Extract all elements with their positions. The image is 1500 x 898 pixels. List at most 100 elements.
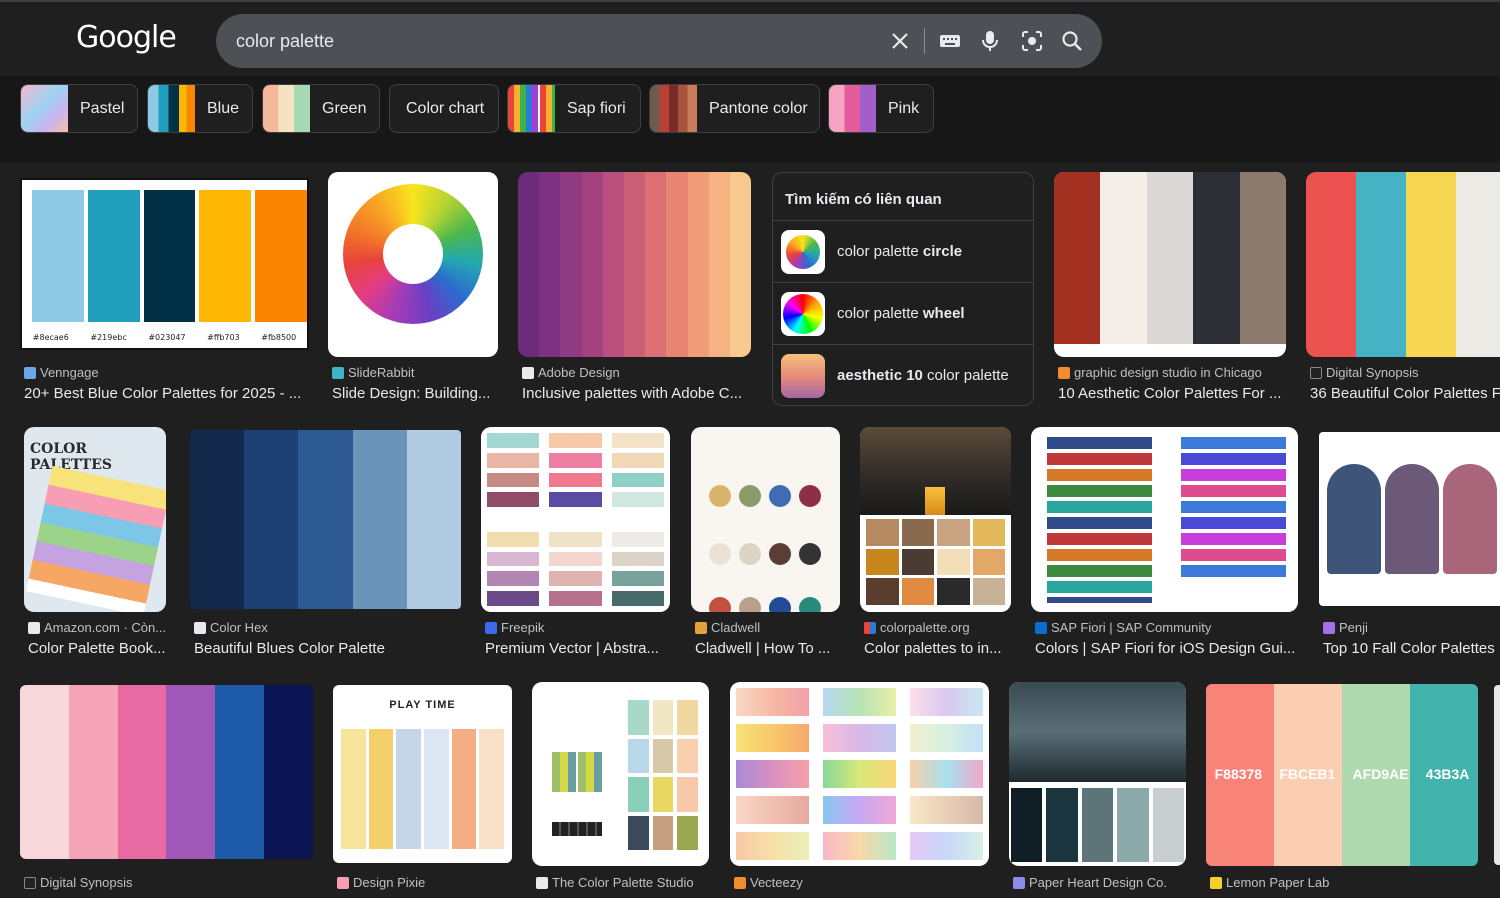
search-box[interactable] [216,14,1102,68]
top-bar: Google [0,0,1500,76]
result-image [532,682,709,866]
result-image [860,427,1011,612]
result-title[interactable]: Slide Design: Building... [332,385,498,402]
result-source: Paper Heart Design Co. [1013,875,1167,890]
chip-green[interactable]: Green [262,84,380,133]
result-source: Design Pixie [337,875,425,890]
result-source: Digital Synopsis [1310,365,1419,380]
keyboard-icon[interactable] [938,29,962,53]
result-image [730,682,989,866]
chip-pink[interactable]: Pink [828,84,934,133]
chip-thumbnail [263,85,310,132]
result-image [1009,682,1186,866]
search-icon[interactable] [1060,29,1084,53]
result-source: Digital Synopsis [24,875,133,890]
google-logo[interactable]: Google [76,20,177,55]
result-source: Adobe Design [522,365,620,380]
chip-pastel[interactable]: Pastel [20,84,138,133]
camera-lens-icon[interactable] [1020,29,1044,53]
result-image [481,427,670,612]
related-label: aesthetic 10 color palette [837,367,1009,384]
image-result[interactable]: Digital Synopsis 36 Beautiful Color Pale… [1306,172,1500,408]
result-title[interactable]: Top 10 Fall Color Palettes [1323,640,1500,657]
search-divider [924,28,925,54]
result-source: Venngage [24,365,99,380]
image-result[interactable]: Cladwell Cladwell | How To ... [691,427,841,663]
result-source: Color Hex [194,620,268,635]
result-image: PLAY TIME [333,685,512,863]
partial-result-edge [1494,685,1500,865]
chip-label: Pastel [80,99,125,117]
image-result[interactable]: Vecteezy [730,682,990,898]
search-input[interactable] [236,28,876,54]
related-item-circle[interactable]: color palette circle [773,220,1033,282]
result-source: The Color Palette Studio [536,875,694,890]
hex-labels: #8ecae6 #219ebc #023047 #ffb703 #fb8500 [32,333,297,342]
related-item-wheel[interactable]: color palette wheel [773,282,1033,344]
image-result[interactable]: #8ecae6 #219ebc #023047 #ffb703 #fb8500 Venn… [20,178,310,408]
image-result[interactable]: colorpalette.org Color palettes to in... [860,427,1012,663]
result-source: Amazon.com · Còn... [28,620,166,635]
result-image [518,172,751,357]
result-title[interactable]: Color palettes to in... [864,640,1012,657]
chip-thumbnail [650,85,697,132]
result-source: graphic design studio in Chicago [1058,365,1262,380]
microphone-icon[interactable] [978,29,1002,53]
result-image [20,685,313,859]
image-result[interactable]: F88378 FBCEB1 AFD9AE 43B3A Lemon Paper Lab [1206,684,1500,898]
chip-color-chart[interactable]: Color chart [389,84,499,133]
result-title[interactable]: 36 Beautiful Color Palettes F [1310,385,1500,402]
image-result[interactable]: The Color Palette Studio [532,682,710,898]
clear-icon[interactable] [888,29,912,53]
result-source: Lemon Paper Lab [1210,875,1329,890]
related-item-aesthetic[interactable]: aesthetic 10 color palette [773,344,1033,406]
result-title[interactable]: 10 Aesthetic Color Palettes For ... [1058,385,1286,402]
chip-thumbnail [21,85,68,132]
result-title[interactable]: Cladwell | How To ... [695,640,841,657]
image-result[interactable]: SAP Fiori | SAP Community Colors | SAP F… [1031,427,1299,663]
related-thumb [781,291,825,336]
image-result[interactable]: Digital Synopsis [20,685,314,898]
chip-pantone-color[interactable]: Pantone color [649,84,820,133]
chip-label: Pantone color [709,99,808,117]
result-image [1031,427,1298,612]
chip-thumbnail [148,85,195,132]
image-result[interactable]: Freepik Premium Vector | Abstra... [481,427,671,663]
image-result[interactable]: Paper Heart Design Co. [1009,682,1187,898]
chip-thumbnail [829,85,876,132]
result-image [1319,432,1500,606]
image-result[interactable]: Color Hex Beautiful Blues Color Palette [190,430,462,663]
result-title[interactable]: Beautiful Blues Color Palette [194,640,462,657]
result-title[interactable]: Premium Vector | Abstra... [485,640,671,657]
result-image: #8ecae6 #219ebc #023047 #ffb703 #fb8500 [20,178,309,350]
image-result[interactable]: PLAY TIME Design Pixie [333,685,513,898]
chip-label: Blue [207,99,240,117]
result-source: Freepik [485,620,544,635]
image-result[interactable]: COLOR PALETTES Amazon.com · Còn... Color… [24,427,168,663]
result-title[interactable]: 20+ Best Blue Color Palettes for 2025 - … [24,385,310,402]
chip-sap-fiori[interactable]: Sap fiori [507,84,641,133]
related-label: color palette circle [837,243,963,260]
related-heading: Tìm kiếm có liên quan [785,191,942,208]
image-result[interactable]: Adobe Design Inclusive palettes with Ado… [518,172,752,408]
result-title[interactable]: Color Palette Book... [28,640,168,657]
chip-thumbnail [508,85,555,132]
filter-chips-bar: Pastel Blue Green Color chart Sap fiori … [0,76,1500,162]
result-source: Vecteezy [734,875,803,890]
result-source: SAP Fiori | SAP Community [1035,620,1211,635]
image-result[interactable]: graphic design studio in Chicago 10 Aest… [1054,172,1288,408]
result-image: F88378 FBCEB1 AFD9AE 43B3A [1206,684,1478,866]
image-result[interactable]: SlideRabbit Slide Design: Building... [328,172,500,408]
chip-blue[interactable]: Blue [147,84,253,133]
image-result[interactable]: Penji Top 10 Fall Color Palettes [1319,432,1500,663]
result-image [328,172,498,357]
result-title[interactable]: Colors | SAP Fiori for iOS Design Gui... [1035,640,1299,657]
related-label: color palette wheel [837,305,965,322]
result-source: colorpalette.org [864,620,970,635]
result-image: COLOR PALETTES [24,427,166,612]
result-image [190,430,461,609]
result-source: Cladwell [695,620,760,635]
result-title[interactable]: Inclusive palettes with Adobe C... [522,385,750,402]
related-thumb [781,229,825,274]
related-searches-card: Tìm kiếm có liên quan color palette circ… [772,172,1034,406]
